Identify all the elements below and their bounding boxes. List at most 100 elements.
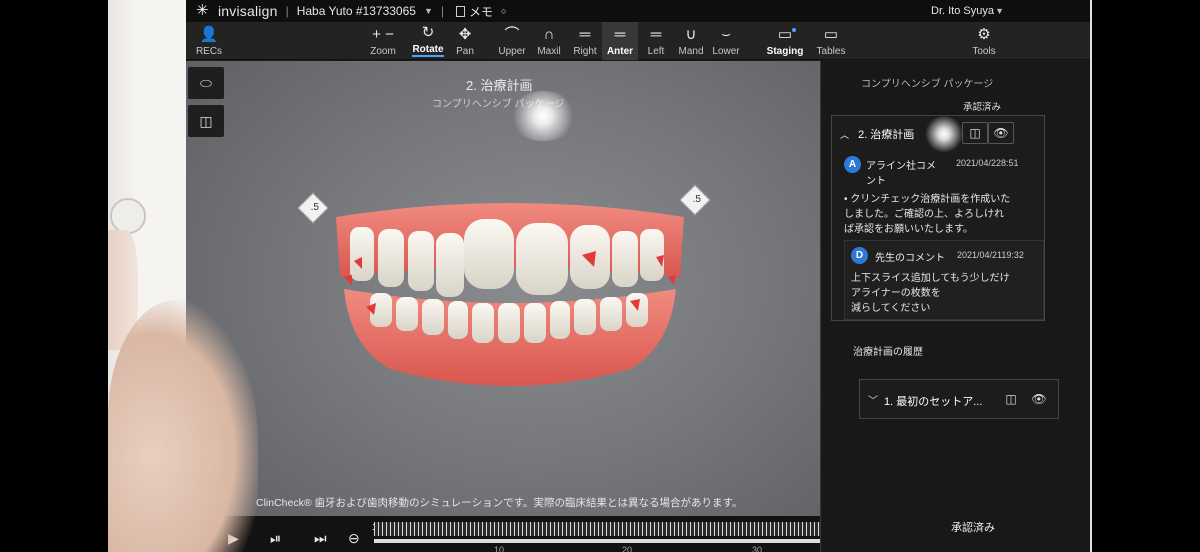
mand-label: Mand (678, 46, 704, 57)
person-icon: 👤 (199, 26, 219, 43)
chevron-down-icon[interactable]: ﹀ (868, 392, 878, 407)
package-name: コンプリヘンシブ パッケージ (861, 79, 994, 90)
comment-author: アライン社コメ (866, 161, 936, 172)
mand-view-button[interactable]: ∪ Mand (676, 22, 706, 60)
brand-name: invisalign (218, 3, 278, 19)
chevron-up-icon[interactable]: ︿ (840, 130, 849, 140)
split-view-icon: ◫ (969, 126, 981, 140)
mand-icon: ∪ (685, 26, 697, 43)
pan-button[interactable]: ✥ Pan (450, 22, 480, 60)
rotate-icon: ↻ (421, 24, 435, 41)
rotate-label: Rotate (412, 44, 444, 57)
history-item-label: 1. 最初のセットア... (884, 396, 983, 408)
loop-icon[interactable]: ⊖ (348, 530, 360, 547)
lower-icon: ⌣ (721, 26, 731, 43)
maxil-label: Maxil (537, 46, 561, 57)
notification-dot (792, 28, 796, 32)
plan-card-header[interactable]: ︿ 2. 治療計画 (840, 126, 914, 142)
maxil-view-button[interactable]: ∩ Maxil (534, 22, 564, 60)
dental-model[interactable] (330, 197, 690, 397)
comment-author-cont: ント (866, 176, 886, 187)
3d-viewport[interactable]: ⬭ ◫ 2. 治療計画 コンプリヘンシブ パッケージ .5 .5 ClinChe… (186, 61, 820, 552)
split-view-button[interactable]: ◫ (962, 122, 988, 144)
play-pause-icon[interactable]: ⏯ (270, 530, 281, 547)
tables-icon: ▭ (823, 26, 839, 43)
clincheck-disclaimer: ClinCheck® 歯牙および歯肉移動のシミュレーションです。実際の臨床結果と… (256, 497, 743, 509)
visibility-button[interactable]: 👁 (988, 122, 1014, 144)
right-icon: ═ (579, 26, 591, 43)
maxil-icon: ∩ (543, 26, 555, 43)
comment-author: 先生のコメント (875, 253, 945, 264)
tables-button[interactable]: ▭ Tables (814, 22, 848, 60)
pan-icon: ✥ (458, 26, 472, 43)
plan-card: ︿ 2. 治療計画 ◫ 👁 A アライン社コメ ント 2021/04/228:5… (831, 115, 1045, 321)
tick-label: 10 (494, 545, 505, 552)
separator: | (285, 4, 289, 18)
brand: ✳ invisalign (196, 2, 278, 20)
zoom-button[interactable]: + − Zoom (362, 22, 404, 60)
tick-label: 30 (752, 545, 763, 552)
comment-date: 2021/04/2119:32 (957, 250, 1024, 260)
plan-title: 2. 治療計画 (858, 129, 915, 141)
pan-label: Pan (456, 46, 474, 57)
comment-line: 上下スライス追加してもう少しだけ (851, 273, 1010, 284)
recs-button[interactable]: 👤 RECs (192, 22, 226, 60)
eye-icon[interactable]: 👁 (1028, 388, 1050, 410)
tools-button[interactable]: ⚙ Tools (966, 22, 1002, 60)
stage-timeline: ▶ ⏯ ⏭ ⊖ 1 10 20 30 37 (186, 516, 870, 552)
memo-icon (456, 5, 465, 17)
left-label: Left (647, 46, 665, 57)
lower-label: Lower (712, 46, 740, 57)
comment-line: アライナーの枚数を (851, 288, 941, 299)
split-view-button[interactable]: ◫ (188, 105, 224, 137)
eye-icon: 👁 (993, 126, 1009, 140)
memo-label: メモ (469, 4, 494, 19)
tools-label: Tools (972, 46, 996, 57)
upper-label: Upper (498, 46, 526, 57)
zoom-label: Zoom (370, 46, 396, 57)
home-button (110, 198, 146, 234)
anter-icon: ═ (614, 26, 626, 43)
view-mode-button[interactable]: ⬭ (188, 67, 224, 99)
invisalign-logo-icon: ✳ (196, 2, 209, 19)
right-label: Right (573, 46, 597, 57)
lower-view-button[interactable]: ⌣ Lower (710, 22, 742, 60)
gear-icon: ⚙ (977, 26, 991, 43)
comment-body: • クリンチェック治療計画を作成いた しました。ご確認の上、よろしけれ ば承認を… (844, 192, 1010, 237)
view-toolbar: 👤 RECs + − Zoom ↻ Rotate ✥ Pan ⌒ Upper ∩… (186, 22, 1090, 60)
staging-icon: ▭ (777, 26, 793, 43)
title-bar: ✳ invisalign | Haba Yuto #13733065 ▼ | メ… (186, 0, 1090, 22)
viewport-title: 2. 治療計画 (466, 78, 533, 93)
history-item[interactable]: ﹀ 1. 最初のセットア... ◫ 👁 (859, 379, 1059, 419)
stage-slider[interactable] (374, 522, 854, 536)
circle-icon: ○ (501, 6, 507, 16)
memo-button[interactable]: メモ ○ (456, 3, 506, 20)
comment-line: ば承認をお願いいたします。 (844, 224, 973, 235)
doctor-name[interactable]: Dr. Ito Syuya (931, 5, 994, 17)
anter-label: Anter (606, 46, 634, 57)
approval-status: 承認済み (963, 102, 1002, 113)
right-view-button[interactable]: ═ Right (570, 22, 600, 60)
separator: | (440, 4, 444, 18)
app-screen: ✳ invisalign | Haba Yuto #13733065 ▼ | メ… (186, 0, 1090, 552)
patient-name[interactable]: Haba Yuto #13733065 (297, 4, 416, 18)
anter-view-button[interactable]: ═ Anter (602, 22, 638, 60)
avatar: A (844, 156, 861, 173)
oval-icon: ⬭ (200, 74, 212, 91)
chevron-down-icon[interactable]: ▼ (995, 6, 1004, 16)
tables-label: Tables (816, 46, 846, 57)
avatar: D (851, 247, 868, 264)
ipr-marker-left[interactable]: .5 (297, 192, 329, 224)
screen-glare (508, 91, 578, 141)
upper-view-button[interactable]: ⌒ Upper (496, 22, 528, 60)
recs-label: RECs (195, 46, 223, 57)
rotate-button[interactable]: ↻ Rotate (410, 22, 446, 60)
ipr-value-left: .5 (310, 202, 319, 214)
left-view-button[interactable]: ═ Left (642, 22, 670, 60)
comment-date: 2021/04/228:51 (956, 158, 1019, 168)
chevron-down-icon[interactable]: ▼ (424, 6, 433, 16)
next-icon[interactable]: ⏭ (314, 530, 327, 547)
split-view-icon[interactable]: ◫ (1000, 388, 1022, 410)
staging-button[interactable]: ▭ Staging (766, 22, 804, 60)
history-title: 治療計画の履歴 (853, 347, 923, 358)
